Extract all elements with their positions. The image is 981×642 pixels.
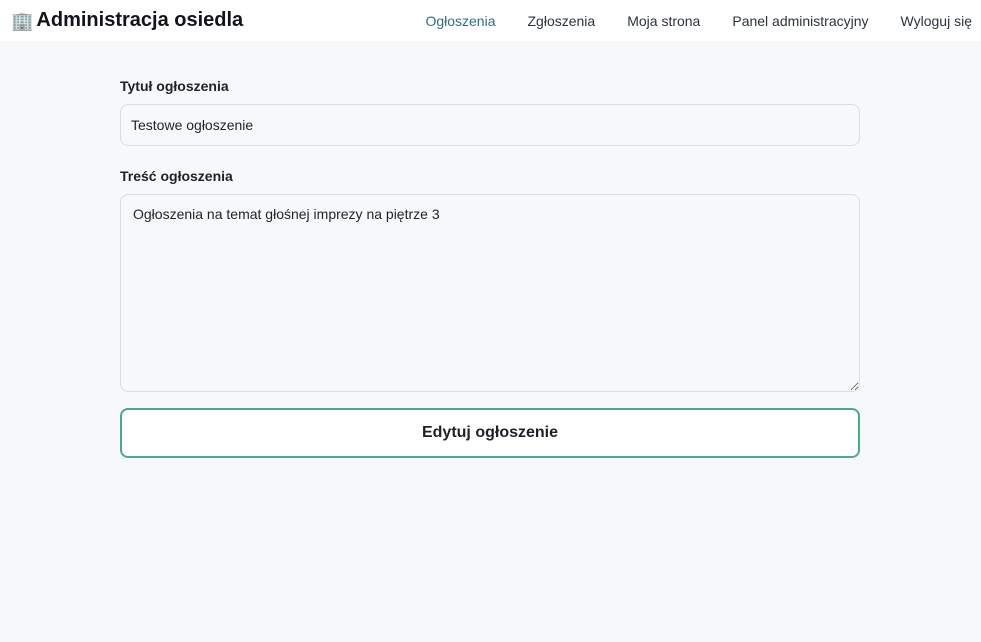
nav-link-announcements[interactable]: Ogłoszenia xyxy=(425,13,495,29)
building-icon: 🏢 xyxy=(11,10,34,31)
content-label: Treść ogłoszenia xyxy=(120,168,233,184)
nav-link-admin-panel[interactable]: Panel administracyjny xyxy=(732,13,868,29)
edit-announcement-button[interactable]: Edytuj ogłoszenie xyxy=(120,408,860,458)
title-input[interactable] xyxy=(120,104,860,146)
nav-link-reports[interactable]: Zgłoszenia xyxy=(528,13,596,29)
brand-title: Administracja osiedla xyxy=(36,9,244,31)
edit-announcement-form: Tytuł ogłoszenia Treść ogłoszenia Ogłosz… xyxy=(120,78,860,458)
navbar: 🏢 Administracja osiedla Ogłoszenia Zgłos… xyxy=(0,0,981,41)
main-nav: Ogłoszenia Zgłoszenia Moja strona Panel … xyxy=(425,13,972,29)
brand[interactable]: 🏢 Administracja osiedla xyxy=(11,9,243,32)
nav-link-my-page[interactable]: Moja strona xyxy=(627,13,700,29)
title-label: Tytuł ogłoszenia xyxy=(120,78,229,94)
content-textarea[interactable]: Ogłoszenia na temat głośnej imprezy na p… xyxy=(120,194,860,392)
nav-link-logout[interactable]: Wyloguj się xyxy=(901,13,972,29)
